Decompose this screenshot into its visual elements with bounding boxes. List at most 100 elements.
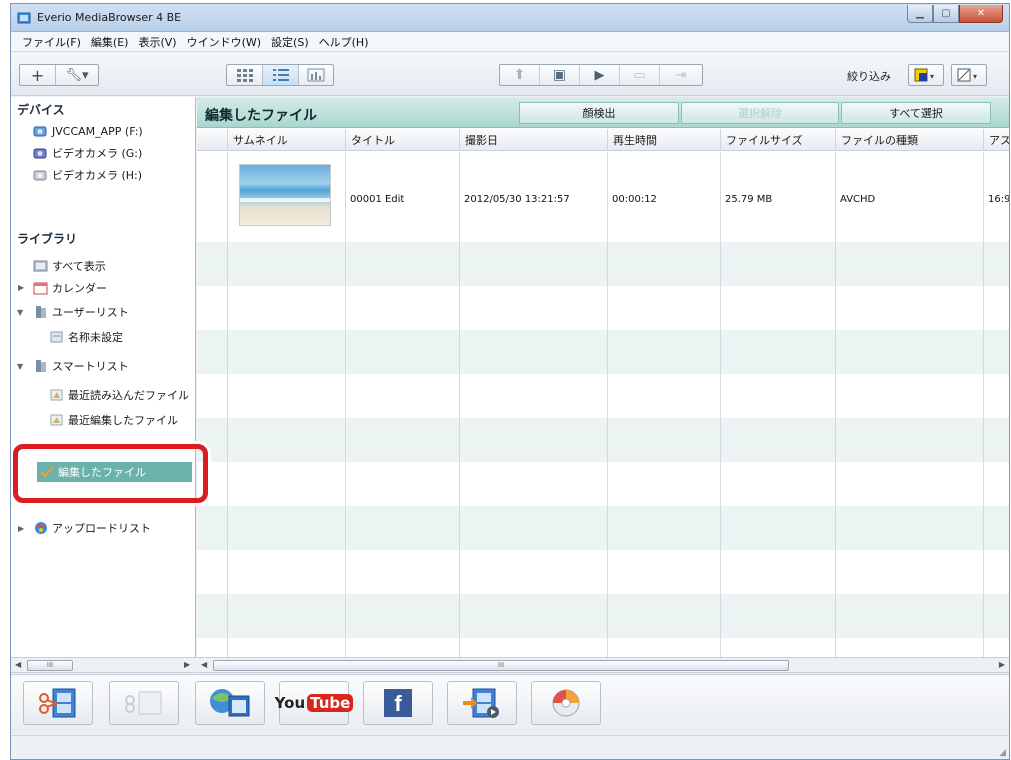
column-header-title[interactable]: タイトル: [345, 129, 459, 151]
thumbnail-view-button[interactable]: [227, 65, 263, 85]
cell-size: 25.79 MB: [725, 194, 773, 205]
file-list-header: 編集したファイル 顔検出 選択解除 すべて選択: [197, 97, 1009, 128]
device-item-jvccam[interactable]: JVCCAM_APP (F:): [33, 122, 143, 140]
collapse-arrow-icon[interactable]: ▼: [17, 308, 23, 317]
maximize-button[interactable]: ▢: [933, 5, 959, 23]
status-bar: ◢: [11, 735, 1009, 759]
smart-list-icon: [49, 388, 65, 402]
menu-view[interactable]: 表示(V): [133, 34, 181, 50]
smart-list-icon: [49, 413, 65, 427]
export-icon: ⇥: [675, 67, 687, 83]
camera-icon: [33, 146, 49, 160]
column-header-duration[interactable]: 再生時間: [607, 129, 720, 151]
chart-icon: [307, 68, 325, 82]
device-item-camera-h[interactable]: ビデオカメラ (H:): [33, 166, 142, 184]
menu-edit[interactable]: 編集(E): [86, 34, 134, 50]
library-item-smart-list[interactable]: スマートリスト: [33, 357, 129, 375]
export-video-button[interactable]: [447, 681, 517, 725]
window-title: Everio MediaBrowser 4 BE: [37, 11, 182, 24]
collapse-arrow-icon[interactable]: ▼: [17, 362, 23, 371]
web-upload-button[interactable]: [195, 681, 265, 725]
add-button[interactable]: +: [20, 65, 56, 85]
filter-label: 絞り込み: [847, 70, 891, 83]
column-header-size[interactable]: ファイルサイズ: [720, 129, 835, 151]
upload-globe-icon: [33, 521, 49, 535]
portrait-icon: ▣: [552, 67, 567, 83]
empty-row: [197, 594, 1009, 638]
library-item-untitled[interactable]: 名称未設定: [49, 328, 123, 346]
edit-disabled-button[interactable]: [109, 681, 179, 725]
menu-window[interactable]: ウインドウ(W): [182, 34, 266, 50]
pencil-icon: ▾: [957, 68, 977, 82]
library-item-calendar[interactable]: カレンダー: [33, 279, 107, 297]
svg-text:▾: ▾: [930, 72, 934, 81]
unselect-button[interactable]: 選択解除: [681, 102, 839, 124]
column-header-aspect[interactable]: アス: [983, 129, 1009, 151]
scroll-left-icon[interactable]: ◀: [201, 660, 207, 669]
film-export-icon: [463, 688, 499, 718]
import-button[interactable]: ⬆: [500, 65, 540, 85]
menu-file[interactable]: ファイル(F): [17, 34, 86, 50]
select-all-button[interactable]: すべて選択: [841, 102, 991, 124]
close-button[interactable]: ✕: [959, 5, 1003, 23]
disc-create-button[interactable]: [531, 681, 601, 725]
export-button[interactable]: ⇥: [660, 65, 702, 85]
column-header-date[interactable]: 撮影日: [459, 129, 607, 151]
callout-highlight-frame: [13, 444, 208, 503]
library-item-user-list[interactable]: ユーザーリスト: [33, 303, 129, 321]
minimize-button[interactable]: ▁: [907, 5, 933, 23]
expand-arrow-icon[interactable]: ▶: [18, 524, 24, 533]
library-item-all[interactable]: すべて表示: [33, 257, 106, 275]
filter-color-button[interactable]: ▾: [908, 64, 944, 86]
resize-grip-icon[interactable]: ◢: [999, 748, 1006, 758]
main-horizontal-scrollbar[interactable]: ◀ III ▶: [197, 657, 1009, 673]
devices-heading: デバイス: [17, 102, 65, 117]
close-icon: ✕: [976, 8, 986, 19]
toolbar: + 🔧︎▾ ⬆ ▣ ▶ ▭ ⇥ 絞り込み ▾ ▾: [11, 53, 1009, 96]
media-icon: [33, 259, 49, 273]
scroll-right-icon[interactable]: ▶: [184, 660, 190, 669]
menu-help[interactable]: ヘルプ(H): [314, 34, 374, 50]
cell-aspect: 16:9: [988, 194, 1009, 205]
action-bar: You Tube f: [11, 674, 1009, 734]
library-item-recent-imported[interactable]: 最近読み込んだファイル: [49, 386, 189, 404]
list-view-button[interactable]: [263, 65, 299, 85]
cell-type: AVCHD: [840, 194, 876, 205]
calendar-icon: [33, 281, 49, 295]
table-row[interactable]: 00001 Edit 2012/05/30 13:21:57 00:00:12 …: [197, 152, 1009, 240]
timeline-view-button[interactable]: [299, 65, 333, 85]
expand-arrow-icon[interactable]: ▶: [18, 283, 24, 292]
facebook-upload-button[interactable]: f: [363, 681, 433, 725]
video-thumbnail[interactable]: [239, 164, 331, 226]
scroll-right-icon[interactable]: ▶: [999, 660, 1005, 669]
empty-row: [197, 330, 1009, 374]
face-button[interactable]: ▣: [540, 65, 580, 85]
sidebar: デバイス JVCCAM_APP (F:) ビデオカメラ (G:) ビデオカメラ …: [11, 97, 196, 657]
scroll-left-icon[interactable]: ◀: [15, 660, 21, 669]
file-table: 00001 Edit 2012/05/30 13:21:57 00:00:12 …: [197, 152, 1009, 657]
device-item-camera-g[interactable]: ビデオカメラ (G:): [33, 144, 142, 162]
disc-icon: ▭: [633, 67, 646, 83]
column-header-type[interactable]: ファイルの種類: [835, 129, 983, 151]
scrollbar-thumb[interactable]: III: [27, 660, 73, 671]
app-window: Everio MediaBrowser 4 BE ▁ ▢ ✕ ファイル(F) 編…: [10, 3, 1010, 760]
menu-settings[interactable]: 設定(S): [266, 34, 314, 50]
play-button[interactable]: ▶: [580, 65, 620, 85]
column-header-thumbnail[interactable]: サムネイル: [227, 129, 345, 151]
filter-edit-button[interactable]: ▾: [951, 64, 987, 86]
youtube-upload-button[interactable]: You Tube: [275, 681, 354, 725]
youtube-icon: You Tube: [275, 694, 354, 712]
library-item-upload-list[interactable]: アップロードリスト: [33, 519, 151, 537]
folder-icon: [33, 305, 49, 319]
face-detect-button[interactable]: 顔検出: [519, 102, 679, 124]
scrollbar-thumb[interactable]: III: [213, 660, 789, 671]
tools-button[interactable]: 🔧︎▾: [56, 65, 98, 85]
list-icon: [272, 69, 289, 81]
empty-row: [197, 506, 1009, 550]
cell-date: 2012/05/30 13:21:57: [464, 194, 570, 205]
sidebar-horizontal-scrollbar[interactable]: ◀ III ▶: [11, 657, 196, 673]
library-item-recent-edited[interactable]: 最近編集したファイル: [49, 411, 178, 429]
edit-video-button[interactable]: [23, 681, 93, 725]
disc-icon: [552, 689, 580, 717]
disc-button[interactable]: ▭: [620, 65, 660, 85]
